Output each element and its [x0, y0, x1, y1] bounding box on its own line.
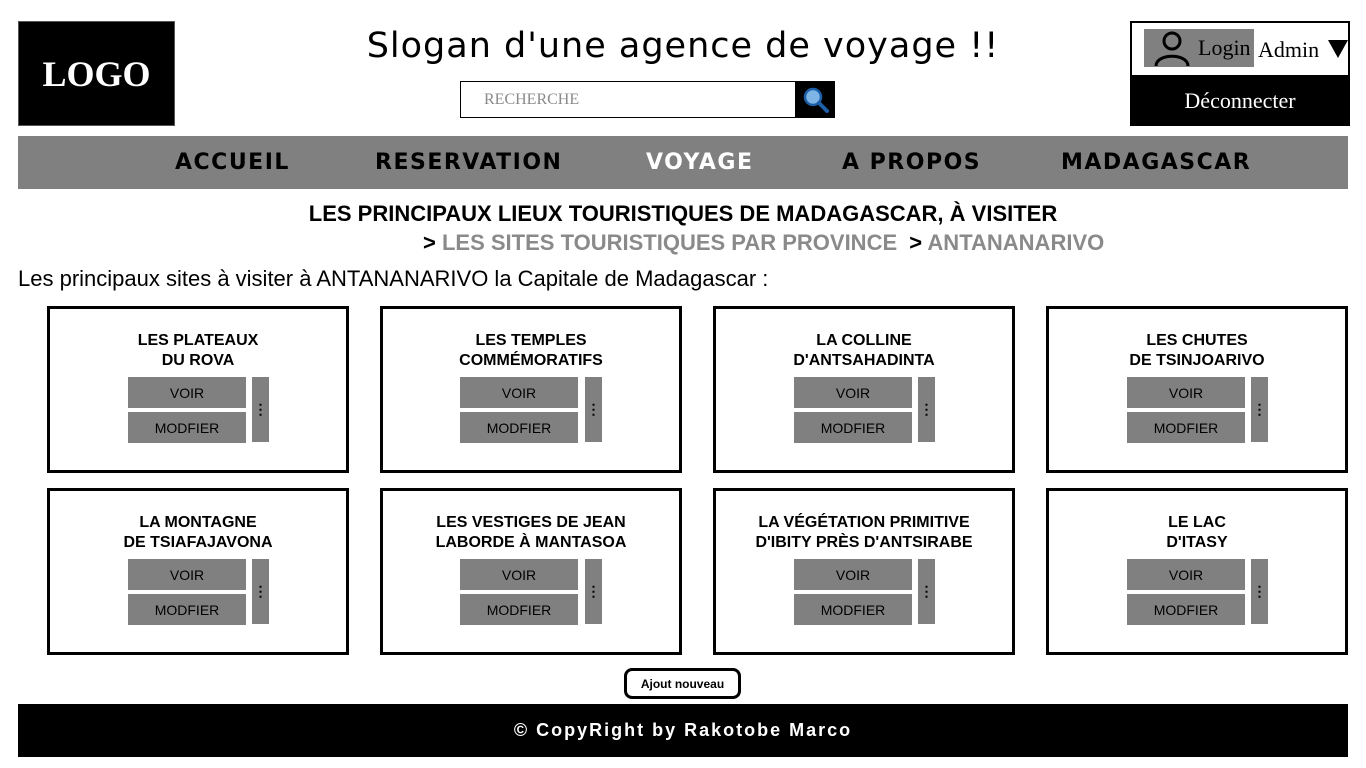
breadcrumb-separator: >: [423, 230, 436, 255]
card-title: LES PLATEAUX DU ROVA: [137, 332, 259, 369]
user-name: Admin: [1258, 37, 1320, 62]
add-new-button[interactable]: Ajout nouveau: [624, 668, 741, 699]
voir-button[interactable]: VOIR: [460, 377, 578, 408]
more-options-button[interactable]: ⋮: [918, 377, 935, 442]
more-options-button[interactable]: ⋮: [252, 559, 269, 624]
vertical-dots-icon: ⋮: [1252, 401, 1267, 417]
nav-item-madagascar[interactable]: MADAGASCAR: [1061, 150, 1251, 175]
main-nav: ACCUEIL RESERVATION VOYAGE A PROPOS MADA…: [18, 136, 1348, 189]
nav-item-accueil[interactable]: ACCUEIL: [175, 150, 290, 175]
login-label: Login: [1198, 35, 1251, 60]
more-options-button[interactable]: ⋮: [585, 377, 602, 442]
voir-button[interactable]: VOIR: [794, 377, 912, 408]
search-icon: [803, 87, 829, 113]
breadcrumb: > LES SITES TOURISTIQUES PAR PROVINCE > …: [423, 230, 1104, 256]
copyright-text: © CopyRight by Rakotobe Marco: [513, 720, 853, 740]
site-card: LES CHUTES DE TSINJOARIVO VOIR MODFIER ⋮: [1046, 306, 1348, 473]
more-options-button[interactable]: ⋮: [918, 559, 935, 624]
account-panel: Login Admin Déconnecter: [1130, 21, 1350, 126]
breadcrumb-separator: >: [909, 230, 923, 255]
modifier-button[interactable]: MODFIER: [460, 412, 578, 443]
page-title: LES PRINCIPAUX LIEUX TOURISTIQUES DE MAD…: [308, 201, 1058, 226]
site-card: LES VESTIGES DE JEAN LABORDE À MANTASOA …: [380, 488, 682, 655]
breadcrumb-link-antananarivo[interactable]: ANTANANARIVO: [927, 230, 1104, 255]
modifier-button[interactable]: MODFIER: [128, 594, 246, 625]
site-card: LA COLLINE D'ANTSAHADINTA VOIR MODFIER ⋮: [713, 306, 1015, 473]
modifier-button[interactable]: MODFIER: [128, 412, 246, 443]
voir-button[interactable]: VOIR: [794, 559, 912, 590]
logout-button[interactable]: Déconnecter: [1132, 75, 1348, 126]
voir-button[interactable]: VOIR: [128, 559, 246, 590]
card-title: LA VÉGÉTATION PRIMITIVE D'IBITY PRÈS D'A…: [755, 514, 973, 551]
nav-item-reservation[interactable]: RESERVATION: [375, 150, 562, 175]
card-title: LA MONTAGNE DE TSIAFAJAVONA: [123, 514, 273, 551]
vertical-dots-icon: ⋮: [1252, 583, 1267, 599]
site-card: LES PLATEAUX DU ROVA VOIR MODFIER ⋮: [47, 306, 349, 473]
vertical-dots-icon: ⋮: [253, 401, 268, 417]
voir-button[interactable]: VOIR: [1127, 377, 1245, 408]
slogan: Slogan d'une agence de voyage !!: [366, 26, 1000, 66]
site-card: LA MONTAGNE DE TSIAFAJAVONA VOIR MODFIER…: [47, 488, 349, 655]
site-card: LES TEMPLES COMMÉMORATIFS VOIR MODFIER ⋮: [380, 306, 682, 473]
modifier-button[interactable]: MODFIER: [794, 412, 912, 443]
card-title: LES VESTIGES DE JEAN LABORDE À MANTASOA: [435, 514, 627, 551]
vertical-dots-icon: ⋮: [586, 583, 601, 599]
card-title: LES CHUTES DE TSINJOARIVO: [1129, 332, 1265, 369]
voir-button[interactable]: VOIR: [460, 559, 578, 590]
modifier-button[interactable]: MODFIER: [460, 594, 578, 625]
modifier-button[interactable]: MODFIER: [1127, 412, 1245, 443]
card-title: LA COLLINE D'ANTSAHADINTA: [793, 332, 935, 369]
footer: © CopyRight by Rakotobe Marco: [18, 704, 1348, 757]
vertical-dots-icon: ⋮: [253, 583, 268, 599]
site-card: LE LAC D'ITASY VOIR MODFIER ⋮: [1046, 488, 1348, 655]
search-input[interactable]: [460, 81, 796, 118]
card-title: LES TEMPLES COMMÉMORATIFS: [459, 332, 603, 369]
search-button[interactable]: [796, 81, 835, 118]
more-options-button[interactable]: ⋮: [1251, 559, 1268, 624]
site-card: LA VÉGÉTATION PRIMITIVE D'IBITY PRÈS D'A…: [713, 488, 1015, 655]
modifier-button[interactable]: MODFIER: [794, 594, 912, 625]
logo-text: LOGO: [42, 53, 151, 94]
intro-text: Les principaux sites à visiter à ANTANAN…: [18, 266, 769, 291]
voir-button[interactable]: VOIR: [128, 377, 246, 408]
more-options-button[interactable]: ⋮: [1251, 377, 1268, 442]
nav-item-voyage[interactable]: VOYAGE: [646, 150, 754, 175]
more-options-button[interactable]: ⋮: [585, 559, 602, 624]
voir-button[interactable]: VOIR: [1127, 559, 1245, 590]
login-button[interactable]: Login: [1144, 29, 1254, 67]
vertical-dots-icon: ⋮: [919, 583, 934, 599]
breadcrumb-link-province[interactable]: LES SITES TOURISTIQUES PAR PROVINCE: [442, 230, 897, 255]
logo[interactable]: LOGO: [18, 21, 175, 126]
user-icon: [1154, 31, 1190, 67]
modifier-button[interactable]: MODFIER: [1127, 594, 1245, 625]
more-options-button[interactable]: ⋮: [252, 377, 269, 442]
vertical-dots-icon: ⋮: [919, 401, 934, 417]
caret-down-icon[interactable]: [1328, 40, 1348, 58]
card-title: LE LAC D'ITASY: [1166, 514, 1228, 551]
nav-item-a-propos[interactable]: A PROPOS: [842, 150, 981, 175]
vertical-dots-icon: ⋮: [586, 401, 601, 417]
